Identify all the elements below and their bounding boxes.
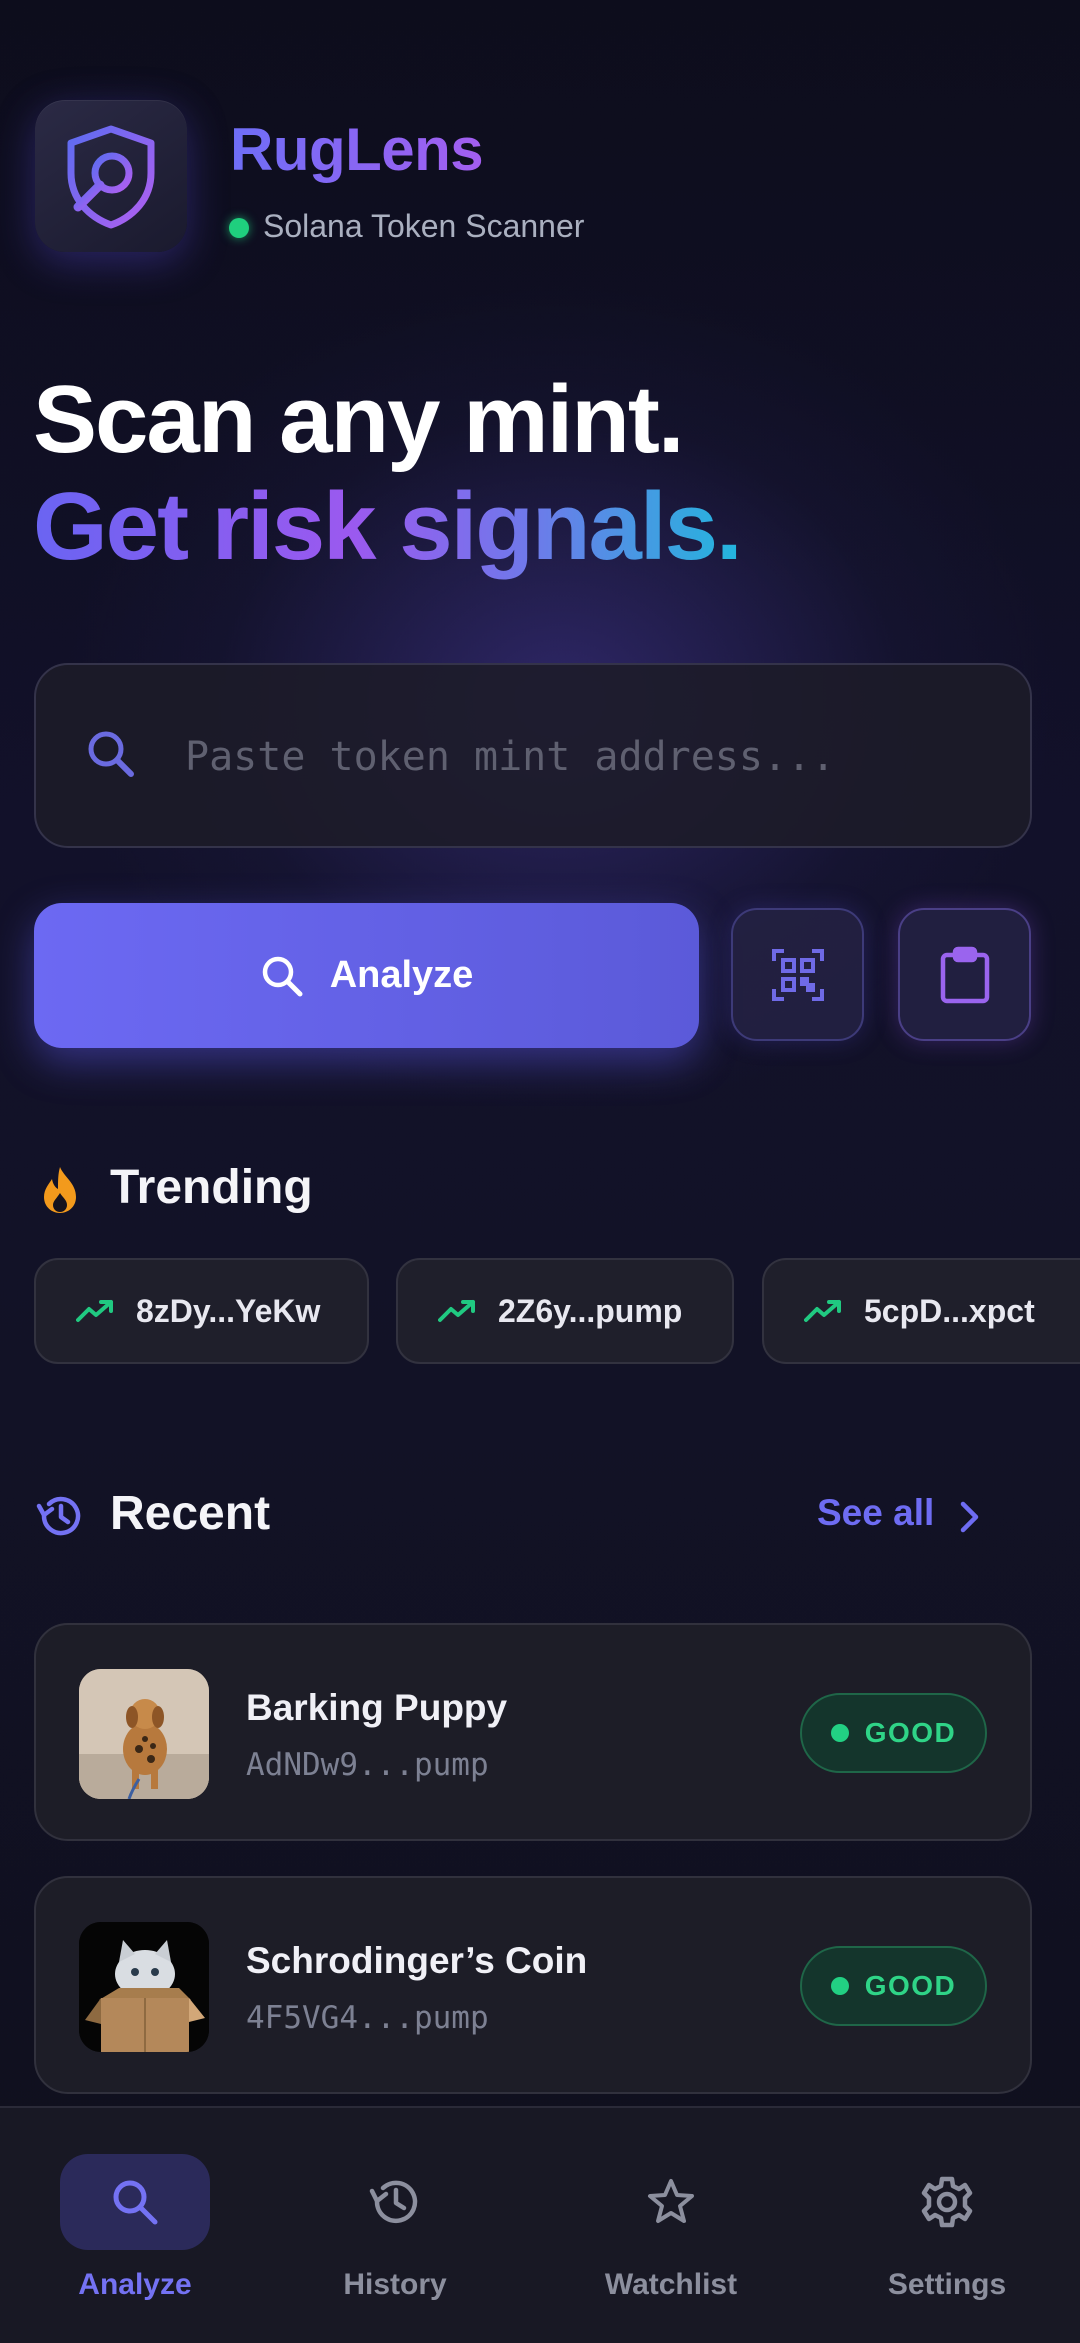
trending-chip[interactable]: 8zDy...YeKw — [34, 1258, 369, 1364]
trending-up-icon — [76, 1300, 113, 1322]
analyze-button[interactable]: Analyze — [34, 903, 699, 1048]
status-badge: GOOD — [800, 1693, 987, 1773]
clipboard-icon — [940, 946, 989, 1003]
app-logo — [35, 100, 187, 252]
star-icon — [648, 2179, 694, 2223]
trending-chip[interactable]: 2Z6y...pump — [396, 1258, 734, 1364]
status-badge: GOOD — [800, 1946, 987, 2026]
search-icon — [262, 956, 303, 996]
chevron-right-icon[interactable] — [958, 1500, 982, 1534]
nav-icon-container — [596, 2154, 746, 2250]
nav-label: Watchlist — [604, 2268, 738, 2301]
trending-up-icon — [438, 1300, 475, 1322]
nav-label: History — [343, 2268, 447, 2301]
nav-label: Settings — [887, 2268, 1007, 2301]
nav-tab-analyze[interactable]: Analyze — [0, 2108, 270, 2343]
qr-scan-button[interactable] — [731, 908, 864, 1041]
status-dot — [830, 1724, 849, 1742]
nav-tab-settings[interactable]: Settings — [812, 2108, 1080, 2343]
status-badge-label: GOOD — [864, 1970, 957, 2001]
mint-address-input[interactable] — [185, 722, 985, 792]
shield-search-icon — [67, 125, 155, 229]
gear-icon — [921, 2176, 973, 2228]
bottom-nav: Analyze History Watchlist Settings — [0, 2106, 1080, 2343]
trending-up-icon — [804, 1300, 841, 1322]
trending-title: Trending — [110, 1161, 313, 1214]
nav-icon-container — [60, 2154, 210, 2250]
see-all-link[interactable]: See all — [817, 1492, 934, 1534]
trending-chip[interactable]: 5cpD...xpct — [762, 1258, 1080, 1364]
nav-tab-history[interactable]: History — [260, 2108, 530, 2343]
history-icon — [369, 2180, 418, 2224]
trending-chip-label: 2Z6y...pump — [498, 1292, 683, 1329]
token-avatar — [79, 1922, 209, 2052]
trending-chip-label: 8zDy...YeKw — [136, 1292, 321, 1329]
analyze-button-label: Analyze — [329, 954, 474, 996]
token-name: Barking Puppy — [246, 1687, 508, 1728]
cat-in-box-image — [79, 1922, 209, 2052]
nav-tab-watchlist[interactable]: Watchlist — [536, 2108, 806, 2343]
recent-title: Recent — [110, 1487, 271, 1540]
paste-button[interactable] — [898, 908, 1031, 1041]
token-address: AdNDw9...pump — [246, 1747, 489, 1783]
hero-heading: Scan any mint. — [33, 366, 685, 473]
puppy-image — [79, 1669, 209, 1799]
trending-chip-label: 5cpD...xpct — [864, 1292, 1035, 1329]
fire-icon — [44, 1167, 76, 1213]
token-address: 4F5VG4...pump — [246, 2000, 489, 2036]
hero-subheading: Get risk signals. — [33, 473, 743, 580]
status-dot — [830, 1977, 849, 1995]
token-avatar — [79, 1669, 209, 1799]
search-icon — [88, 731, 134, 777]
nav-icon-container — [320, 2154, 470, 2250]
nav-icon-container — [872, 2154, 1022, 2250]
search-icon — [113, 2180, 158, 2225]
online-status-dot — [229, 218, 249, 238]
qr-scan-icon — [771, 948, 824, 1001]
history-icon — [36, 1496, 81, 1536]
nav-label: Analyze — [78, 2268, 192, 2301]
app-subtitle: Solana Token Scanner — [263, 208, 585, 244]
status-badge-label: GOOD — [864, 1717, 957, 1748]
app-name: RugLens — [230, 116, 484, 183]
token-name: Schrodinger’s Coin — [246, 1940, 588, 1981]
